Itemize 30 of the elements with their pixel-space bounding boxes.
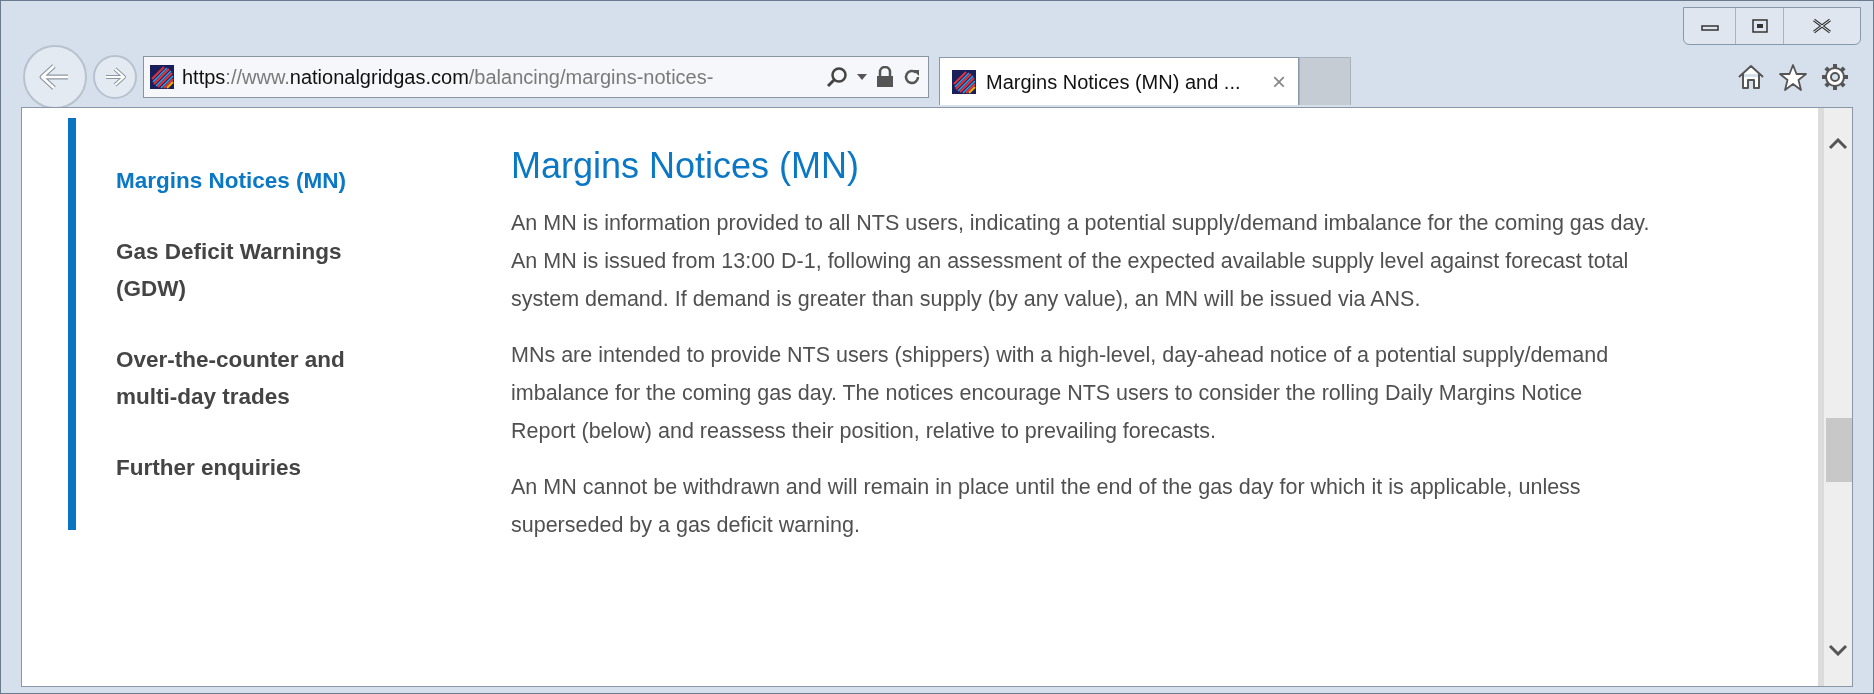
body-paragraph: MNs are intended to provide NTS users (shippers) with a high-level, day-ahead notice of a potential supply/demand imbalance for the coming gas day. The notices encourage NTS users to consider the rolling Daily Margins Notice Report (below) and reassess their position, relative to prevailing forecasts. bbox=[511, 342, 1610, 445]
close-icon bbox=[1811, 18, 1833, 34]
sidebar-link[interactable]: Gas Deficit Warnings (GDW) bbox=[116, 233, 411, 307]
scroll-up-icon[interactable] bbox=[1828, 138, 1848, 150]
lock-icon[interactable] bbox=[876, 66, 894, 88]
page-heading: Margins Notices (MN) bbox=[511, 144, 861, 188]
body-paragraph: An MN is information provided to all NTS users, indicating a potential supply/demand imbalance for the coming gas day. An MN is issued from 13:00 D-1, following an assessment of the expected available supply level against forecast total system demand. If demand is greater than supply (by any value), an MN will be issued via ANS. bbox=[511, 210, 1651, 313]
scroll-down-icon[interactable] bbox=[1828, 644, 1848, 656]
scroll-thumb[interactable] bbox=[1826, 418, 1852, 482]
dropdown-caret-icon[interactable] bbox=[856, 73, 868, 81]
sidebar-link[interactable]: Further enquiries bbox=[116, 449, 411, 486]
star-icon[interactable] bbox=[1779, 63, 1807, 91]
settings-icon[interactable] bbox=[1821, 63, 1849, 91]
url-text: https://www.nationalgridgas.com/balancing/margins-notices- bbox=[182, 65, 715, 90]
scrollbar[interactable] bbox=[1818, 108, 1852, 686]
site-logo-icon bbox=[150, 65, 174, 89]
browser-tab[interactable]: Margins Notices (MN) and ... × bbox=[939, 57, 1299, 105]
search-icon[interactable] bbox=[826, 66, 848, 88]
refresh-icon[interactable] bbox=[902, 67, 922, 87]
forward-arrow-icon bbox=[103, 67, 127, 87]
sidebar-link[interactable]: Over-the-counter and multi-day trades bbox=[116, 341, 411, 415]
restore-icon bbox=[1751, 19, 1768, 33]
site-logo-icon bbox=[952, 69, 976, 94]
forward-button[interactable] bbox=[93, 55, 137, 99]
home-icon[interactable] bbox=[1737, 64, 1765, 90]
address-bar[interactable]: https://www.nationalgridgas.com/balancing/margins-notices- bbox=[143, 56, 929, 98]
body-paragraph: An MN cannot be withdrawn and will remain in place until the end of the gas day for which it is applicable, unless superseded by a gas deficit warning. bbox=[511, 474, 1582, 539]
tab-title: Margins Notices (MN) and ... bbox=[986, 69, 1242, 95]
tab-close-button[interactable]: × bbox=[1272, 69, 1286, 94]
sidebar-link[interactable]: Margins Notices (MN) bbox=[116, 162, 411, 199]
